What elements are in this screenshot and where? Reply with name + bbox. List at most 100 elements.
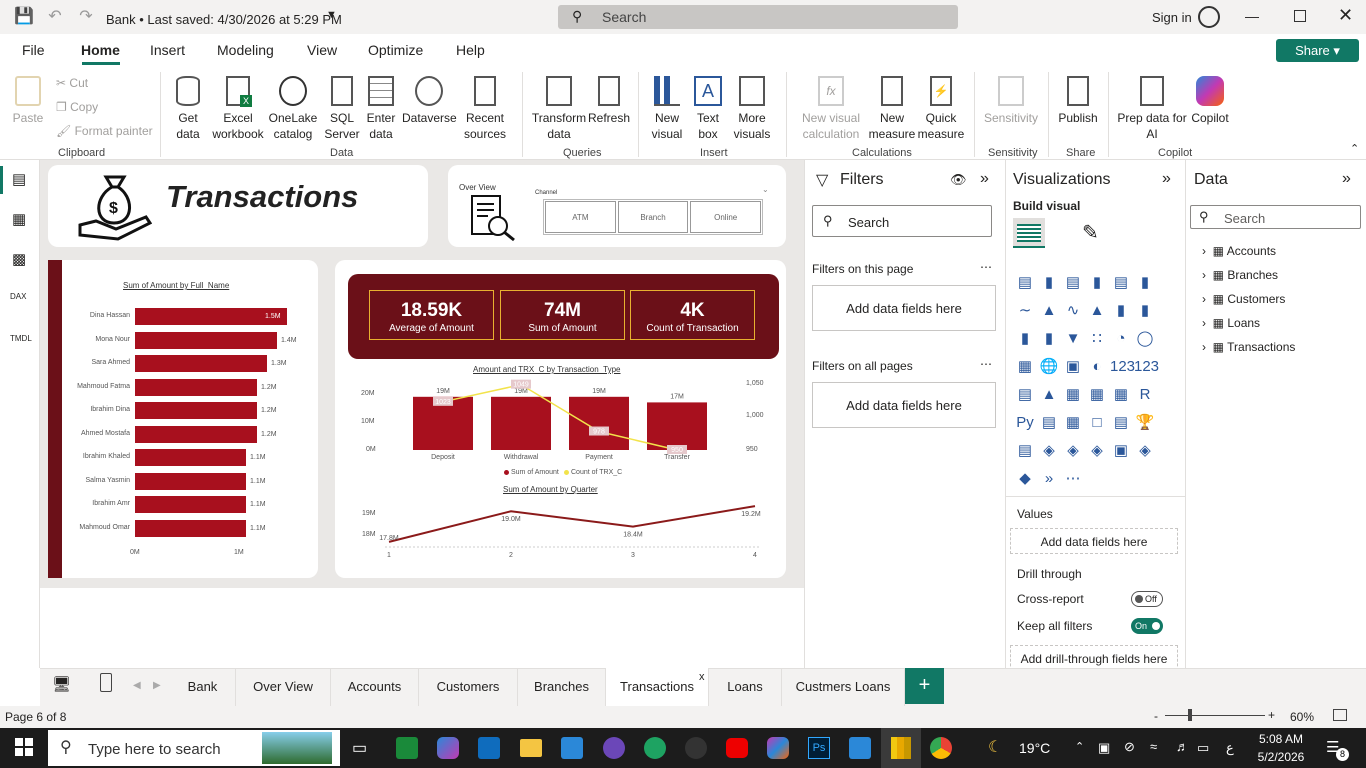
paste-button[interactable]: Paste	[10, 76, 46, 126]
search-input[interactable]: ⚲ Search	[558, 5, 958, 29]
store-icon[interactable]	[561, 737, 583, 759]
combo-bar[interactable]	[491, 396, 551, 450]
maximize-icon[interactable]	[1294, 10, 1306, 22]
slicer-option-online[interactable]: Online	[690, 201, 762, 233]
app-icon[interactable]	[685, 737, 707, 759]
area-chart-icon[interactable]: ▲	[1038, 300, 1060, 322]
line-clustered-icon[interactable]: ▮	[1134, 300, 1156, 322]
pycharm-icon[interactable]	[396, 737, 418, 759]
slicer-option-atm[interactable]: ATM	[545, 201, 616, 233]
format-painter-button[interactable]: 🖌 Format painter	[56, 123, 153, 139]
menu-insert[interactable]: Insert	[150, 42, 185, 58]
menu-file[interactable]: File	[22, 42, 45, 58]
shape-icon[interactable]: ◆	[1014, 468, 1036, 490]
temperature[interactable]: 19°C	[1019, 740, 1050, 756]
sensitivity-button[interactable]: Sensitivity	[982, 76, 1040, 126]
table-visual-icon[interactable]: ▦	[1062, 384, 1084, 406]
zoom-slider[interactable]	[1165, 715, 1265, 716]
pie-chart-icon[interactable]: ◔	[1110, 328, 1132, 350]
avatar-icon[interactable]	[1198, 6, 1220, 28]
clustered-bar-icon[interactable]: ▤	[1062, 272, 1084, 294]
more-visuals-icon[interactable]: ⋯	[1062, 468, 1084, 490]
mobile-layout-icon[interactable]	[100, 673, 112, 692]
ribbon-chart-icon[interactable]: ▮	[1014, 328, 1036, 350]
network-icon[interactable]: ⊘	[1124, 739, 1135, 755]
fit-to-page-icon[interactable]	[1333, 709, 1347, 721]
python-visual-icon[interactable]: Py	[1014, 412, 1036, 434]
prev-page-icon[interactable]: ◀	[133, 680, 141, 691]
text-box-button[interactable]: A Text box	[690, 76, 726, 142]
line-series[interactable]	[388, 505, 756, 543]
get-data-button[interactable]: Get data	[166, 76, 210, 142]
page-tab-accounts[interactable]: Accounts	[331, 668, 419, 706]
filters-search-input[interactable]: ⚲ Search	[812, 205, 992, 237]
tmdl-view-icon[interactable]: TMDL	[10, 334, 32, 343]
menu-view[interactable]: View	[307, 42, 337, 58]
close-icon[interactable]: ✕	[1338, 5, 1353, 26]
app-icon[interactable]	[603, 737, 625, 759]
menu-home[interactable]: Home	[81, 42, 120, 58]
stacked-bar-icon[interactable]: ▤	[1014, 272, 1036, 294]
youtube-icon[interactable]	[726, 738, 748, 758]
card-icon[interactable]: 123	[1110, 356, 1135, 378]
undo-icon[interactable]: ↶	[45, 7, 65, 27]
power-apps-icon[interactable]: ◈	[1062, 440, 1084, 462]
bar-mark[interactable]	[135, 449, 246, 466]
data-table-branches[interactable]: › ▦ Branches	[1202, 268, 1278, 282]
sign-in-link[interactable]: Sign in	[1152, 10, 1192, 25]
power-bi-icon[interactable]	[891, 737, 911, 759]
slicer-chevron-icon[interactable]: ⌄	[762, 185, 769, 194]
report-search-icon[interactable]	[470, 194, 518, 242]
tray-app-icon[interactable]: ▣	[1098, 740, 1110, 756]
filled-map-icon[interactable]: ▣	[1062, 356, 1084, 378]
slicer-option-branch[interactable]: Branch	[617, 201, 689, 233]
kpi-sum-amount[interactable]: 74M Sum of Amount	[500, 290, 625, 340]
more-options-icon[interactable]: ⋯	[980, 357, 992, 371]
data-table-transactions[interactable]: › ▦ Transactions	[1202, 340, 1295, 354]
key-influencers-icon[interactable]: ▤	[1038, 412, 1060, 434]
stacked-area-icon[interactable]: ∿	[1062, 300, 1084, 322]
build-visual-tab[interactable]	[1013, 218, 1045, 248]
new-visual-button[interactable]: New visual	[646, 76, 688, 142]
stacked-bar-100-icon[interactable]: ▤	[1110, 272, 1132, 294]
power-automate-icon[interactable]: ◈	[1086, 440, 1108, 462]
zoom-in-button[interactable]: +	[1268, 708, 1275, 722]
clock-time[interactable]: 5:08 AM	[1257, 732, 1305, 746]
combo-bar[interactable]	[647, 402, 707, 450]
enter-data-button[interactable]: Enter data	[364, 76, 398, 142]
page-tab-customers[interactable]: Customers	[419, 668, 518, 706]
data-table-accounts[interactable]: › ▦ Accounts	[1202, 244, 1276, 258]
redo-icon[interactable]: ↷	[76, 7, 96, 27]
bar-mark[interactable]	[135, 519, 246, 537]
combo-bar[interactable]	[569, 396, 629, 450]
next-page-icon[interactable]: ▶	[153, 680, 161, 691]
area-100-icon[interactable]: ▲	[1086, 300, 1108, 322]
table-view-icon[interactable]: ▦	[12, 210, 26, 228]
gauge-icon[interactable]: ◐	[1086, 356, 1108, 378]
close-tab-icon[interactable]: x	[699, 671, 705, 683]
copilot-button[interactable]: Copilot	[1188, 76, 1232, 126]
minimize-icon[interactable]: —	[1245, 8, 1259, 24]
wifi-icon[interactable]: ≈	[1150, 739, 1157, 754]
data-search-input[interactable]: ⚲ Search	[1190, 205, 1361, 229]
taskbar-search-input[interactable]: ⚲ Type here to search	[48, 730, 340, 766]
outlook-icon[interactable]	[478, 737, 500, 759]
battery-icon[interactable]: ▭	[1197, 740, 1209, 756]
language-indicator[interactable]: ع	[1226, 740, 1234, 756]
prep-data-ai-button[interactable]: Prep data for AI	[1116, 76, 1188, 142]
paginated-report-icon[interactable]: ▤	[1014, 440, 1036, 462]
line-column-icon[interactable]: ▮	[1110, 300, 1132, 322]
bar-mark[interactable]	[135, 402, 257, 419]
combo-line-series[interactable]	[442, 383, 678, 451]
eye-icon[interactable]: 👁	[950, 172, 967, 188]
qna-icon[interactable]: □	[1086, 412, 1108, 434]
metrics-icon[interactable]: 🏆	[1134, 412, 1156, 434]
narrative-icon[interactable]: ▤	[1110, 412, 1132, 434]
collapse-filters-icon[interactable]: »	[980, 170, 989, 188]
menu-help[interactable]: Help	[456, 42, 485, 58]
bar-mark[interactable]	[135, 355, 267, 372]
m365-icon[interactable]	[767, 737, 789, 759]
kpi-count-transaction[interactable]: 4K Count of Transaction	[630, 290, 755, 340]
data-table-customers[interactable]: › ▦ Customers	[1202, 292, 1285, 306]
line-chart-icon[interactable]: ∼	[1014, 300, 1036, 322]
